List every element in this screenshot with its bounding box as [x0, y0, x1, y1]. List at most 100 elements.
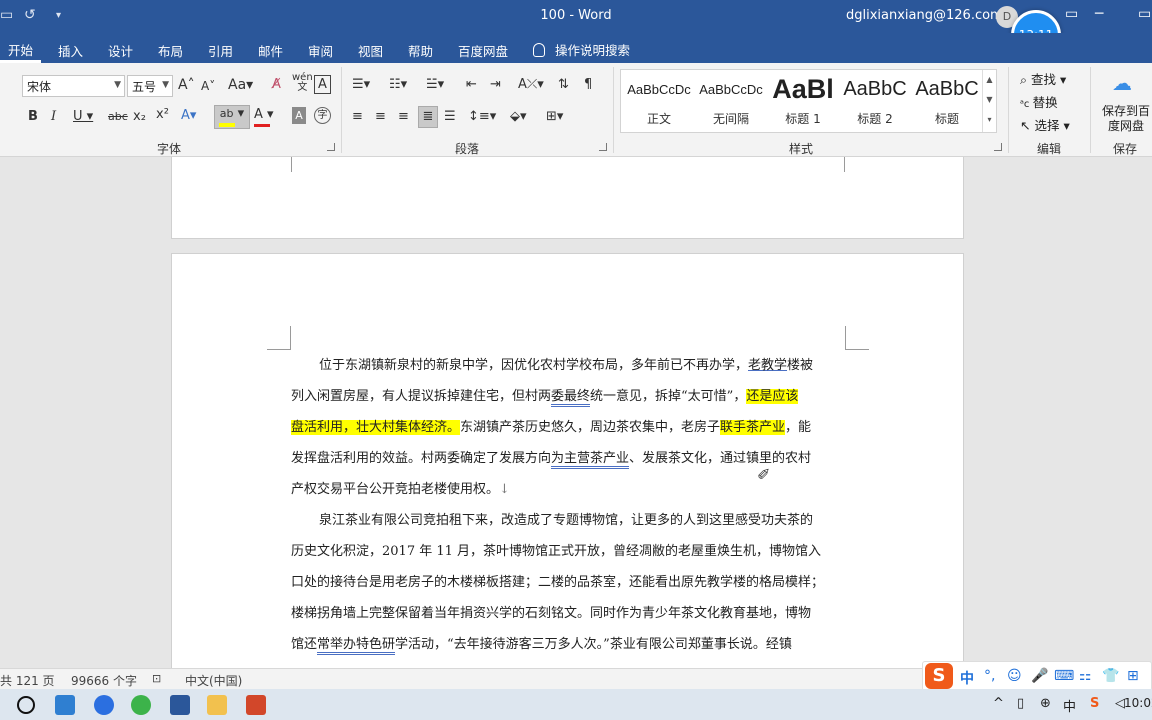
tab-references[interactable]: 引用	[208, 41, 233, 60]
skin-icon[interactable]: 👕	[1102, 668, 1119, 684]
shrink-font-icon[interactable]: A˅	[201, 79, 215, 93]
superscript-button[interactable]: x²	[156, 107, 169, 122]
page-count[interactable]: 共 121 页	[0, 672, 55, 689]
proofing-icon[interactable]: ⊡	[152, 672, 161, 685]
tab-home[interactable]: 开始	[0, 33, 42, 63]
select-button[interactable]: ↖ 选择 ▾	[1020, 115, 1070, 134]
font-size-combo[interactable]: 五号 ▼	[127, 75, 173, 97]
tell-me-search[interactable]: 操作说明搜索	[533, 40, 630, 59]
tab-view[interactable]: 视图	[358, 41, 383, 60]
style-heading-1[interactable]: AaBl 标题 1	[767, 70, 839, 132]
microphone-icon[interactable]: 🎤	[1031, 668, 1048, 684]
clock-time[interactable]: 10:02	[1124, 696, 1152, 710]
restore-icon[interactable]: ▭	[1065, 6, 1078, 22]
lark-app-icon[interactable]	[94, 695, 114, 715]
numbering-icon[interactable]: ☷▾	[389, 77, 407, 92]
character-border-icon[interactable]: A	[314, 75, 331, 94]
chrome-icon[interactable]	[131, 695, 151, 715]
tab-design[interactable]: 设计	[108, 41, 133, 60]
sogou-logo-icon[interactable]: S	[925, 663, 953, 689]
style-normal[interactable]: AaBbCcDc 正文	[623, 70, 695, 132]
punctuation-icon[interactable]: °,	[984, 668, 995, 684]
enclose-characters-icon[interactable]: 字	[314, 107, 331, 124]
align-right-icon[interactable]: ≡	[398, 109, 409, 124]
word-count[interactable]: 99666 个字	[71, 672, 137, 689]
previous-page[interactable]	[171, 157, 964, 239]
scroll-up-icon[interactable]: ▲	[983, 70, 996, 90]
find-button[interactable]: ⌕ 查找 ▾	[1020, 69, 1066, 88]
multilevel-list-icon[interactable]: ☱▾	[426, 77, 444, 92]
style-no-spacing[interactable]: AaBbCcDc 无间隔	[695, 70, 767, 132]
keyboard-icon[interactable]: ⌨	[1054, 668, 1074, 684]
replace-button[interactable]: ᵃc 替换	[1020, 92, 1058, 111]
align-left-icon[interactable]: ≡	[352, 109, 363, 124]
cortana-search-icon[interactable]	[17, 696, 35, 714]
shading-icon[interactable]: ⬙▾	[510, 109, 527, 124]
tab-baidu-netdisk[interactable]: 百度网盘	[458, 41, 508, 60]
language-indicator[interactable]: 中文(中国)	[185, 672, 242, 689]
font-dialog-launcher-icon[interactable]	[327, 143, 335, 151]
ime-toolbar[interactable]: S 中 °, ☺ 🎤 ⌨ ⚏ 👕 ⊞	[922, 661, 1152, 691]
file-explorer-icon[interactable]	[207, 695, 227, 715]
word-icon[interactable]	[170, 695, 190, 715]
powerpoint-icon[interactable]	[246, 695, 266, 715]
tray-expand-icon[interactable]: ^	[993, 696, 1004, 711]
italic-button[interactable]: I	[51, 109, 56, 124]
mail-icon[interactable]	[55, 695, 75, 715]
styles-scroll[interactable]: ▲ ▼ ▾	[982, 70, 996, 132]
account-name[interactable]: dglixianxiang@126.com	[846, 8, 1003, 23]
character-shading-icon[interactable]: A	[292, 107, 306, 124]
emoji-icon[interactable]: ☺	[1007, 668, 1022, 684]
text-run-underlined: 为主营茶产业	[551, 451, 630, 469]
phonetic-guide-icon[interactable]: wén 文	[292, 73, 313, 93]
menu-grid-icon[interactable]: ⊞	[1127, 668, 1139, 684]
grow-font-icon[interactable]: A˄	[178, 77, 195, 93]
tab-mailings[interactable]: 邮件	[258, 41, 283, 60]
distributed-icon[interactable]: ☰	[444, 109, 456, 124]
maximize-icon[interactable]: ▭	[1138, 6, 1151, 22]
style-heading-2[interactable]: AaBbC 标题 2	[839, 70, 911, 132]
minimize-icon[interactable]: ─	[1095, 6, 1103, 22]
tab-layout[interactable]: 布局	[158, 41, 183, 60]
align-center-icon[interactable]: ≡	[375, 109, 386, 124]
borders-icon[interactable]: ⊞▾	[546, 109, 563, 124]
change-case-icon[interactable]: Aa▾	[228, 77, 253, 93]
scroll-down-icon[interactable]: ▼	[983, 90, 996, 110]
paragraph-2[interactable]: 泉江茶业有限公司竞拍租下来，改造成了专题博物馆，让更多的人到这里感受功夫茶的 历…	[291, 505, 845, 660]
subscript-button[interactable]: x₂	[133, 109, 146, 124]
network-icon[interactable]: ⊕	[1040, 696, 1051, 711]
justify-icon[interactable]: ≣	[418, 106, 438, 128]
text-run: 统一意见，拆掉“太可惜”，	[590, 389, 747, 404]
font-name-combo[interactable]: 宋体 ▼	[22, 75, 125, 97]
ime-tray-icon[interactable]: 中	[1063, 696, 1076, 715]
bold-button[interactable]: B	[28, 109, 38, 124]
sort-icon[interactable]: ⇅	[558, 77, 569, 92]
tab-help[interactable]: 帮助	[408, 41, 433, 60]
style-preview: AaBbCcDc	[699, 82, 763, 97]
save-to-baidu-button[interactable]: 保存到百度网盘	[1100, 104, 1152, 134]
sogou-tray-icon[interactable]: S	[1090, 696, 1099, 711]
toolbox-icon[interactable]: ⚏	[1079, 668, 1092, 684]
style-title[interactable]: AaBbC 标题	[911, 70, 983, 132]
ime-mode-toggle[interactable]: 中	[960, 668, 974, 688]
underline-button[interactable]: U ▾	[73, 109, 93, 124]
baidu-cloud-icon[interactable]: ☁	[1112, 71, 1132, 95]
paragraph-dialog-launcher-icon[interactable]	[599, 143, 607, 151]
strikethrough-button[interactable]: abc	[108, 110, 128, 123]
highlight-color-button[interactable]: ab ▾	[214, 105, 250, 129]
font-color-button[interactable]: A ▾	[254, 107, 274, 127]
text-effects-icon[interactable]: A▾	[181, 108, 196, 123]
bullets-icon[interactable]: ☰▾	[352, 77, 370, 92]
decrease-indent-icon[interactable]: ⇤	[466, 77, 477, 92]
styles-dialog-launcher-icon[interactable]	[994, 143, 1002, 151]
tab-insert[interactable]: 插入	[58, 41, 83, 60]
usb-icon[interactable]: ▯	[1017, 696, 1024, 711]
increase-indent-icon[interactable]: ⇥	[490, 77, 501, 92]
clear-formatting-icon[interactable]: A̸	[272, 77, 281, 92]
line-spacing-icon[interactable]: ↕≡▾	[468, 109, 496, 124]
show-marks-icon[interactable]: ¶	[584, 77, 592, 92]
chinese-layout-icon[interactable]: A⤫▾	[518, 77, 544, 92]
document-area[interactable]: 位于东湖镇新泉村的新泉中学，因优化农村学校布局，多年前已不再办学，老教学楼被 列…	[0, 157, 1152, 668]
tab-review[interactable]: 审阅	[308, 41, 333, 60]
more-styles-icon[interactable]: ▾	[983, 110, 996, 130]
